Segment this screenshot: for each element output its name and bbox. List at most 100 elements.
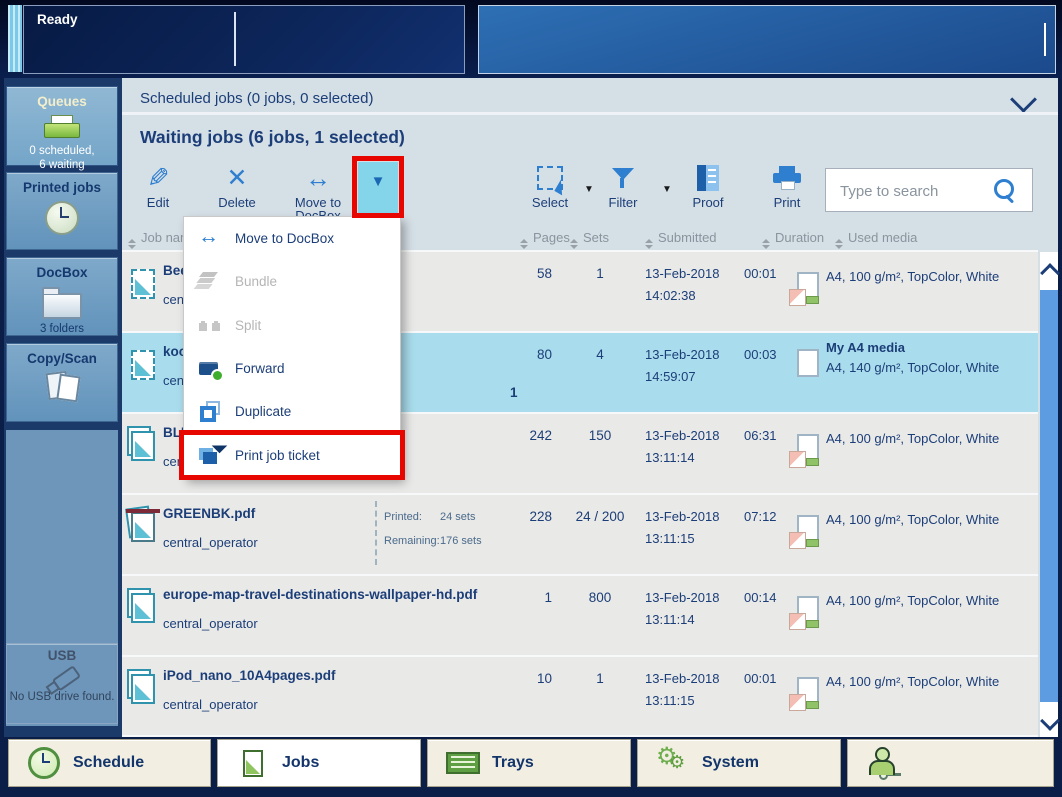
media-icon [797, 434, 819, 462]
status-text: Ready [37, 12, 78, 27]
sort-icon [128, 239, 136, 249]
column-header-pages[interactable]: Pages [520, 230, 570, 249]
status-accent-stripe [8, 5, 22, 72]
sidebar-item-copy-scan[interactable]: Copy/Scan [6, 343, 118, 422]
column-header-duration[interactable]: Duration [762, 230, 824, 249]
jobs-document-icon [243, 750, 263, 777]
print-button[interactable]: Print [759, 163, 815, 219]
printer-icon [773, 166, 801, 190]
media-icon [797, 272, 819, 300]
proof-button[interactable]: Proof [680, 163, 736, 219]
printer-status-panel: Ready [23, 5, 465, 74]
move-arrows-icon [198, 228, 222, 250]
proof-document-icon [697, 165, 719, 191]
sidebar-item-docbox[interactable]: DocBox 3 folders [6, 257, 118, 336]
job-printing-icon [131, 512, 155, 542]
bundle-layers-icon [198, 271, 222, 293]
folder-icon [42, 293, 82, 319]
progress-divider [375, 501, 377, 565]
printer-icon [44, 115, 80, 142]
printer-console-screen: Ready Queues 0 scheduled, 6 waiting Prin… [0, 0, 1062, 797]
media-icon [797, 349, 819, 377]
duplicate-icon [198, 401, 222, 423]
waiting-jobs-header[interactable]: Waiting jobs (6 jobs, 1 selected) [122, 115, 1058, 160]
printed-jobs-title: Printed jobs [7, 180, 117, 195]
menu-item-split: Split [184, 304, 400, 347]
left-frame-edge [0, 78, 4, 797]
history-clock-icon [45, 201, 79, 235]
waiting-jobs-title: Waiting jobs (6 jobs, 1 selected) [140, 127, 405, 148]
edit-pencil-icon [147, 163, 170, 194]
delete-button[interactable]: Delete [209, 163, 265, 219]
forward-folder-icon [198, 358, 222, 380]
copy-scan-title: Copy/Scan [7, 351, 117, 366]
status-bar: Ready [0, 0, 1062, 78]
filter-button[interactable]: Filter [595, 163, 651, 219]
delete-x-icon [227, 163, 248, 193]
sort-icon [645, 239, 653, 249]
search-box [825, 168, 1033, 212]
tab-operator-login[interactable] [847, 739, 1054, 787]
sort-icon [835, 239, 843, 249]
clock-icon [28, 747, 60, 779]
queues-title: Queues [7, 94, 117, 109]
column-header-used-media[interactable]: Used media [835, 230, 917, 249]
scheduled-jobs-title: Scheduled jobs (0 jobs, 0 selected) [140, 90, 373, 107]
docbox-title: DocBox [7, 265, 117, 280]
column-header-submitted[interactable]: Submitted [645, 230, 717, 249]
job-row[interactable]: iPod_nano_10A4pages.pdf central_operator… [122, 657, 1038, 735]
job-document-icon [131, 593, 155, 623]
split-icon [198, 314, 222, 336]
scheduled-jobs-header[interactable]: Scheduled jobs (0 jobs, 0 selected) [122, 86, 1058, 112]
sort-icon [520, 239, 528, 249]
operator-key-icon [866, 747, 900, 779]
queues-count-line1: 0 scheduled, [7, 144, 117, 158]
annotation-box-print-job-ticket [179, 430, 405, 480]
media-icon [797, 596, 819, 624]
sort-icon [570, 239, 578, 249]
tab-trays[interactable]: Trays [427, 739, 631, 787]
job-document-icon [131, 350, 155, 380]
status-panel-divider [234, 12, 236, 66]
panel-tick [1044, 23, 1046, 56]
sort-icon [762, 239, 770, 249]
trays-icon [446, 752, 480, 774]
tab-system[interactable]: System [637, 739, 841, 787]
search-icon[interactable] [994, 179, 1014, 199]
tab-schedule[interactable]: Schedule [8, 739, 211, 787]
copy-scan-icon [44, 372, 80, 400]
annotation-box-dropdown-button [352, 156, 404, 218]
column-header-sets[interactable]: Sets [570, 230, 609, 249]
queues-count-line2: 6 waiting [7, 158, 117, 172]
sidebar-item-usb[interactable]: USB No USB drive found. [6, 643, 118, 724]
menu-item-move-to-docbox[interactable]: Move to DocBox [184, 217, 400, 260]
message-panel [478, 5, 1056, 74]
filter-funnel-icon [611, 166, 635, 190]
media-icon [797, 515, 819, 543]
search-input[interactable] [838, 175, 992, 207]
sidebar-item-printed-jobs[interactable]: Printed jobs [6, 172, 118, 250]
selection-order-badge: 1 [510, 385, 518, 400]
select-caret[interactable]: ▼ [584, 184, 594, 195]
job-row[interactable]: europe-map-travel-destinations-wallpaper… [122, 576, 1038, 655]
menu-item-forward[interactable]: Forward [184, 347, 400, 390]
job-document-icon [131, 269, 155, 299]
media-icon [797, 677, 819, 705]
scrollbar-thumb[interactable] [1040, 290, 1058, 702]
move-arrows-icon [305, 163, 331, 194]
right-frame-edge [1058, 78, 1062, 797]
job-row[interactable]: GREENBK.pdf central_operator Printed: 24… [122, 495, 1038, 574]
docbox-subtitle: 3 folders [7, 323, 117, 335]
select-marquee-icon [537, 166, 563, 190]
move-to-docbox-button[interactable]: Move to DocBox [286, 163, 350, 219]
job-document-icon [131, 674, 155, 704]
system-gears-icon [656, 748, 690, 778]
menu-item-bundle: Bundle [184, 260, 400, 303]
sidebar-item-queues[interactable]: Queues 0 scheduled, 6 waiting [6, 86, 118, 166]
filter-caret[interactable]: ▼ [662, 184, 672, 195]
edit-button[interactable]: Edit [130, 163, 186, 219]
job-document-icon [131, 431, 155, 461]
menu-item-duplicate[interactable]: Duplicate [184, 390, 400, 433]
tab-jobs[interactable]: Jobs [217, 739, 421, 787]
select-button[interactable]: Select [520, 163, 580, 219]
